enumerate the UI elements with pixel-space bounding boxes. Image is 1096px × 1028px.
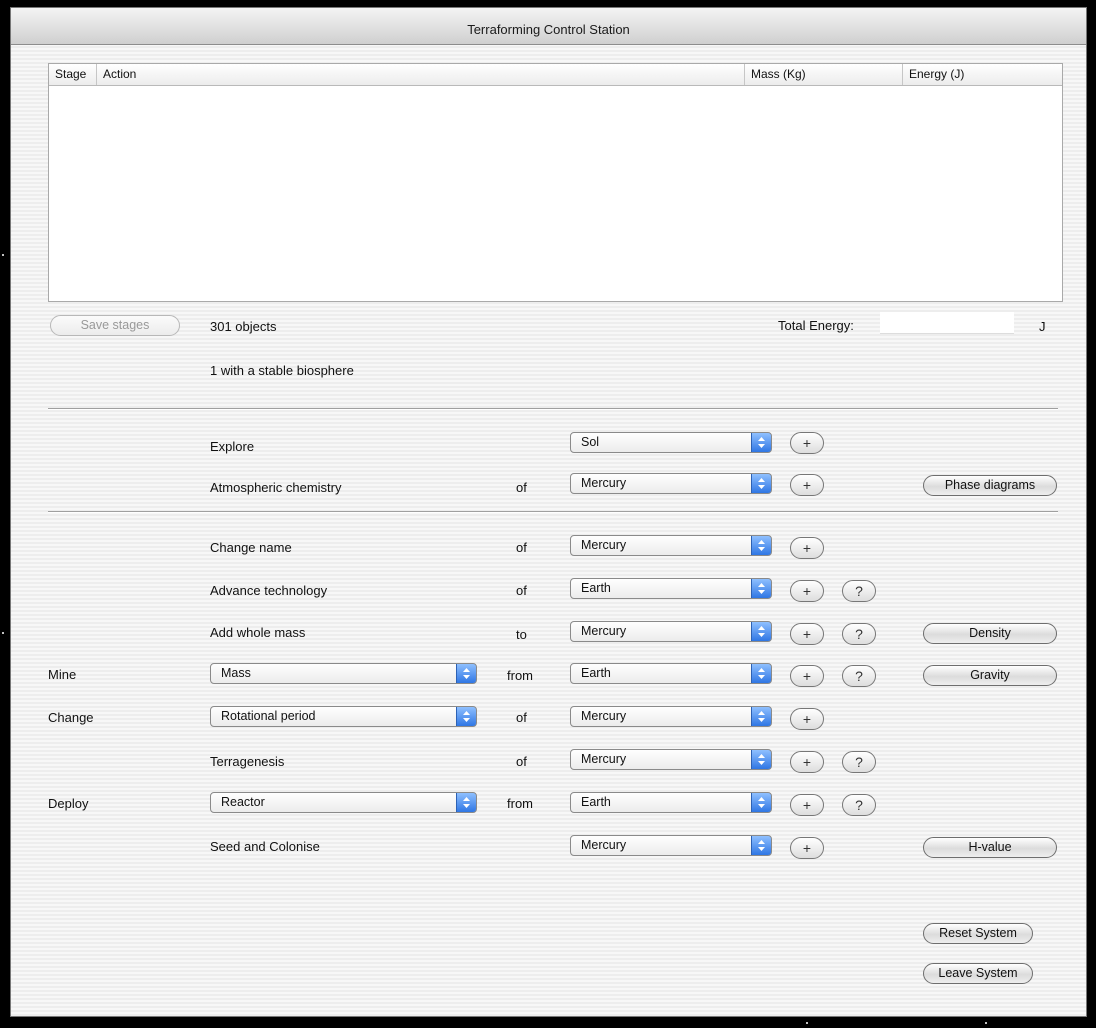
advance-technology-prep: of — [516, 583, 527, 598]
select-arrows-icon — [751, 536, 771, 555]
select-arrows-icon — [751, 622, 771, 641]
column-energy[interactable]: Energy (J) — [902, 64, 1062, 85]
select-arrows-icon — [751, 474, 771, 493]
add-whole-mass-add-button[interactable]: + — [790, 623, 824, 645]
phase-diagrams-button[interactable]: Phase diagrams — [923, 475, 1057, 496]
column-stage[interactable]: Stage — [49, 64, 96, 85]
add-whole-mass-target-select[interactable]: Mercury — [570, 621, 772, 642]
atmospheric-chemistry-target-value: Mercury — [581, 476, 627, 490]
deploy-source-select[interactable]: Earth — [570, 792, 772, 813]
mine-label: Mine — [48, 667, 77, 682]
density-button[interactable]: Density — [923, 623, 1057, 644]
seed-colonise-label: Seed and Colonise — [210, 839, 320, 854]
advance-technology-label: Advance technology — [210, 583, 328, 598]
deploy-add-button[interactable]: + — [790, 794, 824, 816]
save-stages-button[interactable]: Save stages — [50, 315, 180, 336]
deploy-prep: from — [507, 796, 533, 811]
explore-system-value: Sol — [581, 435, 600, 449]
stages-table[interactable]: Stage Action Mass (Kg) Energy (J) — [48, 63, 1063, 302]
change-label: Change — [48, 710, 94, 725]
total-energy-field[interactable] — [880, 312, 1014, 334]
mine-resource-value: Mass — [221, 666, 251, 680]
table-header: Stage Action Mass (Kg) Energy (J) — [49, 64, 1062, 86]
reset-system-button[interactable]: Reset System — [923, 923, 1033, 944]
deploy-source-value: Earth — [581, 795, 611, 809]
mine-source-select[interactable]: Earth — [570, 663, 772, 684]
column-action[interactable]: Action — [96, 64, 744, 85]
explore-system-select[interactable]: Sol — [570, 432, 772, 453]
divider — [48, 408, 1058, 410]
advance-technology-target-value: Earth — [581, 581, 611, 595]
mine-resource-select[interactable]: Mass — [210, 663, 477, 684]
change-name-target-select[interactable]: Mercury — [570, 535, 772, 556]
energy-unit: J — [1039, 319, 1046, 334]
column-mass[interactable]: Mass (Kg) — [744, 64, 902, 85]
change-target-value: Mercury — [581, 709, 627, 723]
change-name-label: Change name — [210, 540, 292, 555]
deploy-help-button[interactable]: ? — [842, 794, 876, 816]
atmospheric-chemistry-target-select[interactable]: Mercury — [570, 473, 772, 494]
mine-help-button[interactable]: ? — [842, 665, 876, 687]
add-whole-mass-label: Add whole mass — [210, 625, 306, 640]
select-arrows-icon — [456, 707, 476, 726]
mine-source-value: Earth — [581, 666, 611, 680]
change-target-select[interactable]: Mercury — [570, 706, 772, 727]
objects-count: 301 objects — [210, 319, 277, 334]
mine-prep: from — [507, 668, 533, 683]
total-energy-label: Total Energy: — [778, 318, 854, 333]
change-prep: of — [516, 710, 527, 725]
atmospheric-chemistry-add-button[interactable]: + — [790, 474, 824, 496]
select-arrows-icon — [751, 579, 771, 598]
atmospheric-chemistry-prep: of — [516, 480, 527, 495]
advance-technology-target-select[interactable]: Earth — [570, 578, 772, 599]
add-whole-mass-prep: to — [516, 627, 527, 642]
change-property-select[interactable]: Rotational period — [210, 706, 477, 727]
terragenesis-prep: of — [516, 754, 527, 769]
change-add-button[interactable]: + — [790, 708, 824, 730]
select-arrows-icon — [751, 433, 771, 452]
deploy-label: Deploy — [48, 796, 89, 811]
change-name-target-value: Mercury — [581, 538, 627, 552]
window-title: Terraforming Control Station — [467, 22, 630, 37]
biosphere-count: 1 with a stable biosphere — [210, 363, 354, 378]
advance-technology-add-button[interactable]: + — [790, 580, 824, 602]
add-whole-mass-help-button[interactable]: ? — [842, 623, 876, 645]
select-arrows-icon — [751, 793, 771, 812]
advance-technology-help-button[interactable]: ? — [842, 580, 876, 602]
title-bar[interactable]: Terraforming Control Station — [11, 8, 1086, 45]
select-arrows-icon — [751, 836, 771, 855]
h-value-button[interactable]: H-value — [923, 837, 1057, 858]
deploy-device-select[interactable]: Reactor — [210, 792, 477, 813]
deploy-device-value: Reactor — [221, 795, 265, 809]
mine-add-button[interactable]: + — [790, 665, 824, 687]
terragenesis-target-value: Mercury — [581, 752, 627, 766]
change-name-add-button[interactable]: + — [790, 537, 824, 559]
seed-colonise-target-value: Mercury — [581, 838, 627, 852]
gravity-button[interactable]: Gravity — [923, 665, 1057, 686]
seed-colonise-target-select[interactable]: Mercury — [570, 835, 772, 856]
select-arrows-icon — [456, 664, 476, 683]
select-arrows-icon — [456, 793, 476, 812]
explore-add-button[interactable]: + — [790, 432, 824, 454]
terragenesis-target-select[interactable]: Mercury — [570, 749, 772, 770]
select-arrows-icon — [751, 750, 771, 769]
seed-colonise-add-button[interactable]: + — [790, 837, 824, 859]
change-property-value: Rotational period — [221, 709, 316, 723]
atmospheric-chemistry-label: Atmospheric chemistry — [210, 480, 342, 495]
change-name-prep: of — [516, 540, 527, 555]
divider — [48, 511, 1058, 513]
add-whole-mass-target-value: Mercury — [581, 624, 627, 638]
terragenesis-add-button[interactable]: + — [790, 751, 824, 773]
terragenesis-label: Terragenesis — [210, 754, 285, 769]
select-arrows-icon — [751, 707, 771, 726]
leave-system-button[interactable]: Leave System — [923, 963, 1033, 984]
select-arrows-icon — [751, 664, 771, 683]
terragenesis-help-button[interactable]: ? — [842, 751, 876, 773]
terraforming-window: Terraforming Control Station Stage Actio… — [10, 7, 1087, 1017]
explore-label: Explore — [210, 439, 255, 454]
